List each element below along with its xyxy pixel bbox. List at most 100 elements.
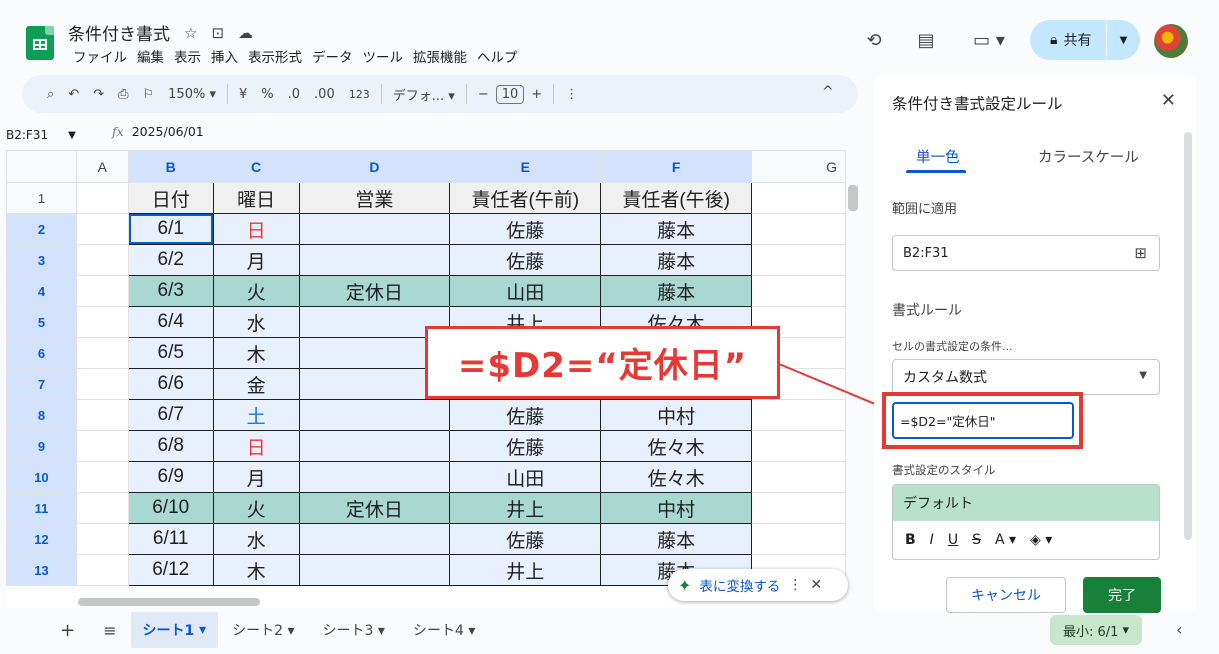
business-cell[interactable]: 定休日 [298,492,451,524]
comments-icon[interactable]: ▤ [912,26,940,54]
zoom-select[interactable]: 150% ▾ [161,87,223,102]
date-cell[interactable]: 6/5 [127,337,214,369]
range-input[interactable]: B2:F31 ⊞ [892,235,1160,271]
cell[interactable] [751,275,846,307]
row-header[interactable]: 12 [6,523,77,555]
share-button[interactable]: 🔒︎ 共有 ▼ [1030,20,1140,60]
business-cell[interactable] [298,244,451,276]
pm-cell[interactable]: 藤本 [600,523,753,555]
font-size-increase-button[interactable]: + [524,87,549,102]
date-cell[interactable]: 6/1 [127,213,214,245]
cell[interactable] [75,213,129,245]
row-header[interactable]: 9 [6,430,77,462]
row-header[interactable]: 2 [6,213,77,245]
column-header-a[interactable]: A [75,150,129,183]
day-cell[interactable]: 木 [212,554,300,586]
vertical-scrollbar[interactable] [848,185,858,211]
decrease-decimal-button[interactable]: .0 [281,87,307,102]
percent-button[interactable]: % [254,87,280,102]
convert-to-table-chip[interactable]: ✦ 表に変換する ⋮ ✕ [668,569,848,601]
am-cell[interactable]: 井上 [449,492,602,524]
menu-insert[interactable]: 挿入 [206,46,243,66]
header-cell[interactable]: 営業 [298,182,451,214]
cell[interactable] [75,244,129,276]
print-icon[interactable]: ⎙ [111,87,135,102]
column-header-e[interactable]: E [449,150,602,183]
tab-sheet4[interactable]: シート4 ▾ [399,620,489,640]
more-icon[interactable]: ⋮ [558,87,585,102]
cell[interactable] [75,368,129,400]
menu-format[interactable]: 表示形式 [243,46,307,66]
cell[interactable] [751,399,846,431]
column-header-f[interactable]: F [600,150,753,183]
am-cell[interactable]: 佐藤 [449,399,602,431]
day-cell[interactable]: 日 [212,213,300,245]
day-cell[interactable]: 月 [212,461,300,493]
all-sheets-icon[interactable]: ≡ [89,621,130,640]
date-cell[interactable]: 6/12 [127,554,214,586]
underline-icon[interactable]: U [948,532,958,548]
date-cell[interactable]: 6/6 [127,368,214,400]
pm-cell[interactable]: 藤本 [600,213,753,245]
cell[interactable] [75,461,129,493]
row-header[interactable]: 5 [6,306,77,338]
pm-cell[interactable]: 中村 [600,399,753,431]
header-cell[interactable]: 日付 [127,182,214,214]
chevron-left-icon[interactable]: ‹ [1176,620,1182,639]
chevron-down-icon[interactable]: ▼ [68,130,76,141]
summary-button[interactable]: 最小: 6/1 ▾ [1050,615,1142,645]
business-cell[interactable] [298,461,451,493]
menu-file[interactable]: ファイル [68,46,132,66]
am-cell[interactable]: 山田 [449,461,602,493]
done-button[interactable]: 完了 [1083,577,1161,613]
day-cell[interactable]: 金 [212,368,300,400]
date-cell[interactable]: 6/7 [127,399,214,431]
doc-title[interactable]: 条件付き書式 [68,20,170,45]
day-cell[interactable]: 火 [212,492,300,524]
menu-extensions[interactable]: 拡張機能 [408,46,472,66]
row-header[interactable]: 8 [6,399,77,431]
date-cell[interactable]: 6/4 [127,306,214,338]
day-cell[interactable]: 日 [212,430,300,462]
menu-help[interactable]: ヘルプ [472,46,523,66]
row-header[interactable]: 7 [6,368,77,400]
cell[interactable] [75,492,129,524]
tab-color-scale[interactable]: カラースケール [1038,146,1139,167]
cell[interactable] [751,244,846,276]
day-cell[interactable]: 土 [212,399,300,431]
more-icon[interactable]: ⋮ [788,577,802,593]
cell[interactable] [75,275,129,307]
column-header-g[interactable]: G [751,150,846,183]
business-cell[interactable] [298,554,451,586]
cell[interactable] [75,182,129,214]
cloud-status-icon[interactable]: ☁ [238,24,253,42]
day-cell[interactable]: 水 [212,306,300,338]
font-size-input[interactable]: 10 [495,84,525,104]
am-cell[interactable]: 山田 [449,275,602,307]
am-cell[interactable]: 佐藤 [449,430,602,462]
column-header-c[interactable]: C [212,150,300,183]
business-cell[interactable] [298,430,451,462]
am-cell[interactable]: 佐藤 [449,523,602,555]
column-header-d[interactable]: D [298,150,451,183]
strikethrough-icon[interactable]: S [972,532,981,548]
cell[interactable] [751,492,846,524]
date-cell[interactable]: 6/9 [127,461,214,493]
header-cell[interactable]: 責任者(午前) [449,182,602,214]
convert-label[interactable]: 表に変換する [699,575,780,595]
share-dropdown-icon[interactable]: ▼ [1106,20,1140,60]
redo-icon[interactable]: ↷ [86,87,111,102]
am-cell[interactable]: 佐藤 [449,244,602,276]
day-cell[interactable]: 月 [212,244,300,276]
panel-scrollbar[interactable] [1184,132,1192,540]
tab-sheet1[interactable]: シート1 ▾ [130,612,219,648]
cell[interactable] [75,554,129,586]
paint-format-icon[interactable]: ⚐ [136,87,162,102]
row-header[interactable]: 4 [6,275,77,307]
sheets-logo-icon[interactable] [26,26,54,60]
header-cell[interactable]: 曜日 [212,182,300,214]
business-cell[interactable] [298,213,451,245]
cell[interactable] [75,306,129,338]
menu-data[interactable]: データ [307,46,358,66]
increase-decimal-button[interactable]: .00 [307,87,342,102]
